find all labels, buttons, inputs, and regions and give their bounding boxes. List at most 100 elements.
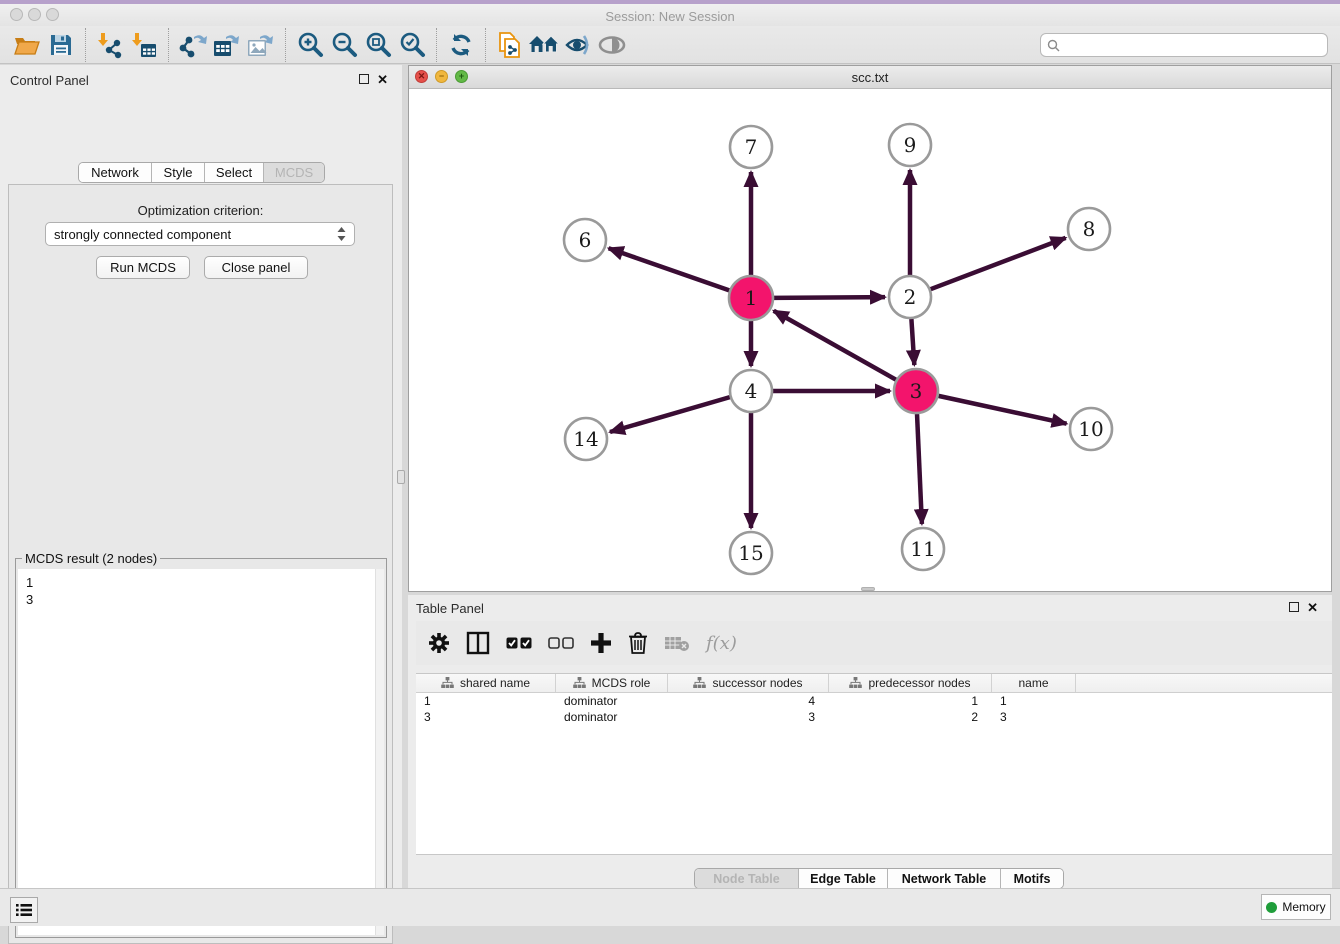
zoom-out-button[interactable] [327, 29, 361, 61]
criterion-dropdown[interactable]: strongly connected component [45, 222, 355, 246]
import-table-icon [130, 31, 158, 59]
tab-node-table[interactable]: Node Table [695, 869, 799, 888]
column-label: name [1018, 676, 1048, 690]
refresh-button[interactable] [444, 29, 478, 61]
import-network-button[interactable] [93, 29, 127, 61]
open-session-button[interactable] [10, 29, 44, 61]
column-browser-button[interactable] [466, 631, 490, 655]
mcds-result-scrollbar[interactable] [375, 569, 384, 935]
graph-node-2[interactable]: 2 [889, 276, 931, 318]
table-header-row: shared name MCDS role [416, 674, 1332, 693]
table-row[interactable]: 3 dominator 3 2 3 [416, 709, 1332, 725]
graph-edge-2-3[interactable] [911, 319, 914, 365]
cell-mcds-role[interactable]: dominator [556, 694, 668, 708]
graph-edge-1-6[interactable] [609, 248, 730, 290]
graph-node-10[interactable]: 10 [1070, 408, 1112, 450]
node-label: 1 [745, 286, 758, 310]
network-window-title: scc.txt [409, 70, 1331, 85]
import-table-button[interactable] [127, 29, 161, 61]
toolbar-separator [285, 28, 286, 62]
delete-table-button[interactable] [664, 634, 690, 652]
export-network-button[interactable] [176, 29, 210, 61]
panel-splitter-grip[interactable] [397, 470, 405, 484]
column-header-shared-name[interactable]: shared name [416, 674, 556, 692]
show-hidden-button[interactable] [595, 29, 629, 61]
network-graph-canvas[interactable]: 7 9 6 8 1 2 4 3 14 10 15 11 [409, 89, 1331, 591]
delete-row-button[interactable] [628, 631, 648, 655]
control-panel-title: Control Panel [10, 73, 89, 88]
zoom-in-button[interactable] [293, 29, 327, 61]
column-header-predecessor-nodes[interactable]: predecessor nodes [829, 674, 992, 692]
close-panel-icon[interactable]: ✕ [377, 74, 388, 85]
sort-tree-icon [849, 677, 862, 689]
zoom-selected-button[interactable] [395, 29, 429, 61]
graph-node-15[interactable]: 15 [730, 532, 772, 574]
home-button[interactable] [527, 29, 561, 61]
column-header-mcds-role[interactable]: MCDS role [556, 674, 668, 692]
graph-node-11[interactable]: 11 [902, 528, 944, 570]
add-row-button[interactable] [590, 632, 612, 654]
graph-edge-1-2[interactable] [774, 297, 885, 298]
float-table-panel-icon[interactable] [1289, 602, 1299, 612]
graph-node-6[interactable]: 6 [564, 219, 606, 261]
network-window-titlebar[interactable]: ✕ − + scc.txt [409, 66, 1331, 89]
tab-network-table[interactable]: Network Table [888, 869, 1001, 888]
cell-name[interactable]: 1 [992, 694, 1076, 708]
graph-edge-3-10[interactable] [938, 396, 1066, 424]
graph-node-3[interactable]: 3 [894, 369, 938, 413]
table-row[interactable]: 1 dominator 4 1 1 [416, 693, 1332, 709]
close-panel-button[interactable]: Close panel [204, 256, 308, 279]
column-label: successor nodes [712, 676, 802, 690]
copy-network-view-button[interactable] [493, 29, 527, 61]
tab-select[interactable]: Select [205, 163, 264, 182]
cell-shared-name[interactable]: 1 [416, 694, 556, 708]
export-image-button[interactable] [244, 29, 278, 61]
cell-successor-nodes[interactable]: 4 [668, 694, 829, 708]
apply-function-button[interactable]: f(x) [706, 633, 737, 654]
graph-node-4[interactable]: 4 [730, 370, 772, 412]
close-table-panel-icon[interactable]: ✕ [1307, 602, 1318, 613]
tab-mcds[interactable]: MCDS [264, 163, 324, 182]
graph-node-14[interactable]: 14 [565, 418, 607, 460]
graph-edge-2-8[interactable] [931, 238, 1066, 289]
column-header-successor-nodes[interactable]: successor nodes [668, 674, 829, 692]
network-window-resize-grip[interactable] [861, 587, 875, 591]
save-session-button[interactable] [44, 29, 78, 61]
search-field[interactable] [1040, 33, 1328, 57]
toolbar-separator [85, 28, 86, 62]
task-history-button[interactable] [10, 897, 38, 923]
graph-edge-3-11[interactable] [917, 414, 922, 524]
tab-style[interactable]: Style [152, 163, 205, 182]
mcds-result-text[interactable]: 1 3 [18, 569, 384, 935]
cell-predecessor-nodes[interactable]: 2 [829, 710, 992, 724]
graph-node-9[interactable]: 9 [889, 124, 931, 166]
graph-node-1[interactable]: 1 [729, 276, 773, 320]
column-header-name[interactable]: name [992, 674, 1076, 692]
tab-edge-table[interactable]: Edge Table [799, 869, 888, 888]
run-mcds-button[interactable]: Run MCDS [96, 256, 190, 279]
table-panel-title: Table Panel [416, 601, 484, 616]
zoom-fit-button[interactable] [361, 29, 395, 61]
cell-successor-nodes[interactable]: 3 [668, 710, 829, 724]
select-all-rows-button[interactable] [506, 637, 532, 650]
graph-edge-3-1[interactable] [774, 311, 896, 380]
cell-shared-name[interactable]: 3 [416, 710, 556, 724]
search-input[interactable] [1064, 38, 1321, 52]
cell-mcds-role[interactable]: dominator [556, 710, 668, 724]
memory-button[interactable]: Memory [1261, 894, 1331, 920]
hide-selected-button[interactable] [561, 29, 595, 61]
deselect-all-rows-button[interactable] [548, 637, 574, 650]
control-panel: Control Panel ✕ Network Style Select MCD… [0, 65, 402, 888]
float-panel-icon[interactable] [359, 74, 369, 84]
table-settings-button[interactable] [428, 632, 450, 654]
sort-tree-icon [441, 677, 454, 689]
tab-motifs[interactable]: Motifs [1001, 869, 1063, 888]
graph-node-7[interactable]: 7 [730, 126, 772, 168]
graph-edge-4-14[interactable] [610, 397, 730, 432]
cell-name[interactable]: 3 [992, 710, 1076, 724]
plus-icon [590, 632, 612, 654]
tab-network[interactable]: Network [79, 163, 152, 182]
graph-node-8[interactable]: 8 [1068, 208, 1110, 250]
export-table-button[interactable] [210, 29, 244, 61]
cell-predecessor-nodes[interactable]: 1 [829, 694, 992, 708]
